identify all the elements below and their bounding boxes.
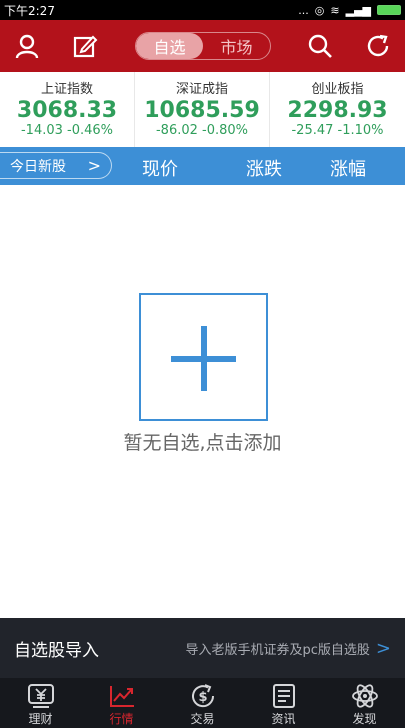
import-title: 自选股导入 [14, 640, 99, 661]
index-card-shanghai[interactable]: 上证指数 3068.33 -14.03 -0.46% [0, 72, 135, 147]
edit-icon [73, 35, 98, 58]
watchlist-market-toggle: 自选 市场 [135, 32, 271, 60]
refresh-button[interactable] [356, 24, 400, 68]
user-icon [15, 34, 39, 59]
battery-icon [377, 5, 401, 15]
chevron-right-icon: > [87, 156, 101, 175]
notification-dots: ... [298, 3, 309, 17]
column-price[interactable]: 现价 [142, 155, 178, 181]
user-button[interactable] [5, 24, 49, 68]
tab-news[interactable]: 资讯 [243, 678, 324, 728]
alarm-icon: ◎ [314, 3, 325, 17]
refresh-icon [367, 34, 389, 57]
status-icons: ... ◎ ≋ ▂▄▆ [298, 4, 401, 17]
tab-label: 资讯 [271, 712, 296, 726]
tab-quotes[interactable]: 行情 [81, 678, 162, 728]
index-card-shenzhen[interactable]: 深证成指 10685.59 -86.02 -0.80% [135, 72, 270, 147]
index-change: -25.47 -1.10% [291, 123, 384, 138]
index-card-chinext[interactable]: 创业板指 2298.93 -25.47 -1.10% [270, 72, 405, 147]
news-icon [272, 684, 295, 708]
plus-icon-vertical [201, 326, 207, 391]
tab-trade[interactable]: $ 交易 [162, 678, 243, 728]
tab-discover[interactable]: 发现 [324, 678, 405, 728]
chart-icon [109, 686, 134, 707]
index-value: 10685.59 [144, 98, 260, 123]
tab-label: 交易 [190, 712, 215, 726]
signal-icon: ▂▄▆ [345, 3, 371, 17]
watchlist-import-bar[interactable]: 自选股导入 导入老版手机证券及pc版自选股 > [0, 618, 405, 678]
chevron-right-icon: > [375, 637, 391, 659]
new-stocks-label: 今日新股 [10, 158, 66, 175]
search-button[interactable] [298, 24, 342, 68]
column-header-bar: 今日新股 > 现价 涨跌 涨幅 [0, 147, 405, 185]
index-change: -86.02 -0.80% [155, 123, 249, 138]
atom-icon [351, 684, 378, 708]
market-indices: 上证指数 3068.33 -14.03 -0.46% 深证成指 10685.59… [0, 72, 405, 147]
wifi-icon: ≋ [330, 3, 340, 17]
tab-label: 发现 [352, 712, 377, 726]
index-value: 3068.33 [16, 98, 118, 123]
index-change: -14.03 -0.46% [20, 123, 114, 138]
column-change-pct[interactable]: 涨幅 [330, 155, 366, 181]
index-value: 2298.93 [287, 98, 388, 123]
yuan-icon [27, 684, 54, 708]
add-stock-button[interactable] [139, 293, 268, 421]
dollar-exchange-icon: $ [191, 684, 214, 708]
app-header: 自选 市场 [0, 20, 405, 72]
tab-wealth[interactable]: 理财 [0, 678, 81, 728]
status-time: 下午2:27 [4, 3, 55, 18]
tab-market[interactable]: 市场 [203, 33, 270, 59]
import-description: 导入老版手机证券及pc版自选股 [185, 642, 370, 658]
index-name: 创业板指 [311, 82, 364, 97]
empty-watchlist-message: 暂无自选,点击添加 [123, 432, 282, 454]
svg-text:$: $ [198, 690, 207, 705]
column-change[interactable]: 涨跌 [246, 155, 282, 181]
tab-label: 行情 [109, 712, 134, 726]
tab-watchlist[interactable]: 自选 [136, 33, 203, 59]
bottom-tab-bar: 理财 行情 $ 交易 资讯 发现 [0, 678, 405, 728]
new-stocks-button[interactable]: 今日新股 > [0, 152, 112, 179]
status-bar: 下午2:27 ... ◎ ≋ ▂▄▆ [0, 0, 405, 20]
index-name: 上证指数 [40, 82, 93, 97]
edit-button[interactable] [63, 24, 107, 68]
index-name: 深证成指 [175, 82, 228, 97]
tab-label: 理财 [28, 712, 53, 726]
search-icon [308, 34, 332, 58]
